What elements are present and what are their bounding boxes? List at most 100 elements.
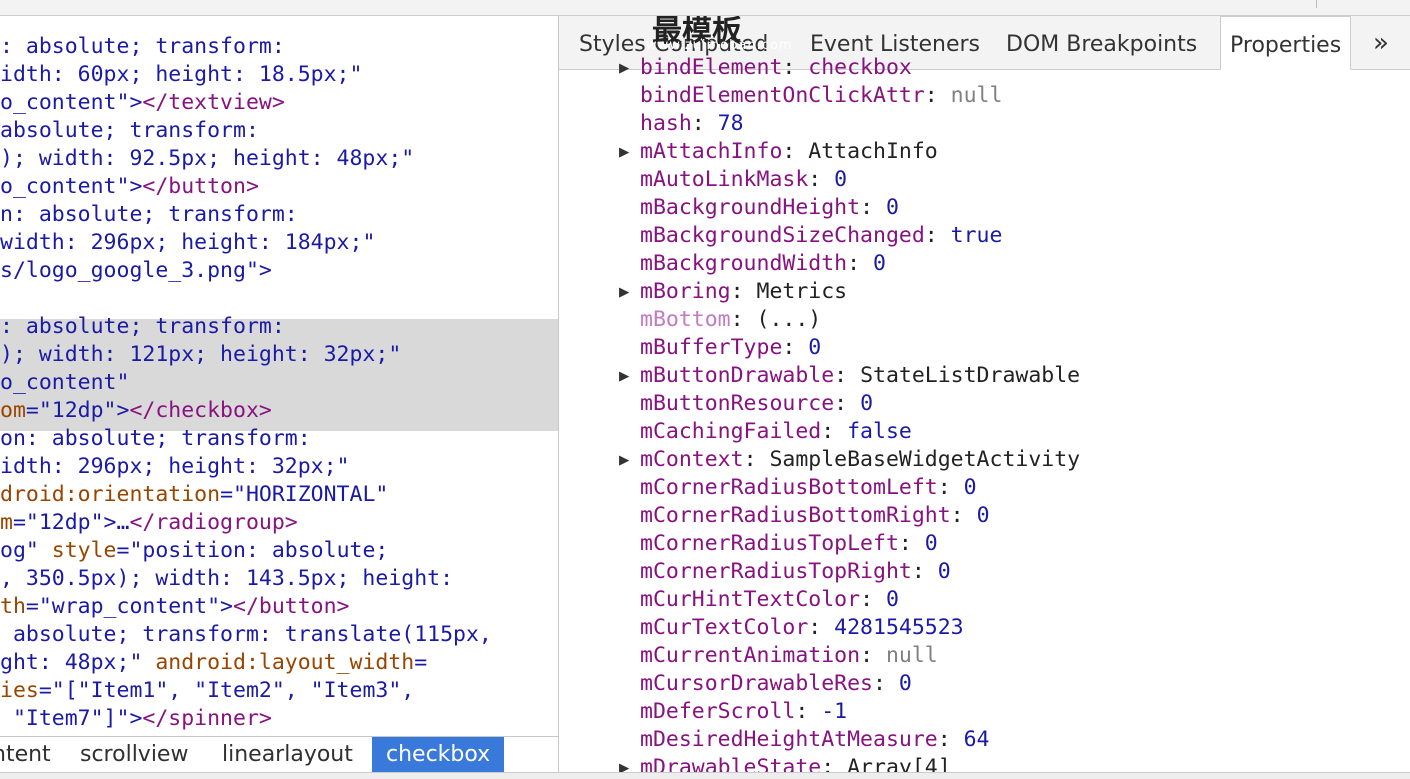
- dom-tree[interactable]: : absolute; transform: idth: 60px; height…: [0, 33, 492, 733]
- property-key: mCornerRadiusTopLeft: [640, 531, 899, 556]
- expand-triangle-icon[interactable]: ▶: [619, 54, 637, 82]
- property-row: bindElementOnClickAttr: null: [559, 82, 1410, 110]
- property-value: 0: [963, 475, 977, 500]
- dom-tree-line[interactable]: og" style="position: absolute;: [0, 537, 492, 565]
- dom-token: m: [0, 510, 13, 535]
- property-name: mCornerRadiusTopRight: 0: [640, 558, 951, 586]
- expand-triangle-icon[interactable]: ▶: [619, 362, 637, 390]
- dom-tree-line[interactable]: idth: 60px; height: 18.5px;": [0, 61, 492, 89]
- dom-tree-line[interactable]: ); width: 92.5px; height: 48px;": [0, 145, 492, 173]
- dom-tree-line[interactable]: idth: 296px; height: 32px;": [0, 453, 492, 481]
- dom-token: ="12dp">…: [12, 510, 130, 535]
- dom-tree-line[interactable]: ies="["Item1", "Item2", "Item3",: [0, 677, 492, 705]
- dom-token: th: [0, 594, 26, 619]
- dom-tree-line[interactable]: m="12dp">…</radiogroup>: [0, 509, 492, 537]
- dom-token: ">: [116, 174, 143, 199]
- dom-token: : absolute; transform:: [0, 34, 285, 59]
- property-name: mAutoLinkMask: 0: [640, 166, 847, 194]
- dom-tree-line[interactable]: on: absolute; transform:: [0, 425, 492, 453]
- property-row: mCornerRadiusTopRight: 0: [559, 558, 1410, 586]
- property-name: mContext: SampleBaseWidgetActivity: [640, 446, 1080, 474]
- property-colon: :: [834, 391, 861, 416]
- property-row: mCornerRadiusBottomLeft: 0: [559, 474, 1410, 502]
- property-value: true: [950, 223, 1003, 248]
- property-name: mBottom: (...): [640, 306, 821, 334]
- dom-token: , 350.5px); width: 143.5px; height:: [0, 566, 454, 591]
- property-row[interactable]: ▶ mBoring: Metrics: [559, 278, 1410, 306]
- dom-tree-line[interactable]: s/logo_google_3.png">: [0, 257, 492, 285]
- property-value: 0: [860, 391, 874, 416]
- property-colon: :: [821, 419, 848, 444]
- property-row: mCurrentAnimation: null: [559, 642, 1410, 670]
- dom-tree-line[interactable]: ); width: 121px; height: 32px;": [0, 341, 492, 369]
- property-key: hash: [640, 111, 692, 136]
- property-key: mBottom: [640, 307, 731, 332]
- dom-tree-line[interactable]: absolute; transform:: [0, 117, 492, 145]
- breadcrumb-item-scrollview[interactable]: scrollview: [80, 737, 188, 773]
- dom-tree-line[interactable]: ght: 48px;" android:layout_width=: [0, 649, 492, 677]
- dom-tree-line[interactable]: o_content"></button>: [0, 173, 492, 201]
- dom-tree-line[interactable]: om="12dp"></checkbox>: [0, 397, 492, 425]
- dom-token: ": [116, 370, 130, 395]
- property-row[interactable]: ▶ mDrawableState: Array[4]: [559, 754, 1410, 772]
- dom-token: droid:orientation: [0, 482, 221, 507]
- property-name: mButtonResource: 0: [640, 390, 873, 418]
- dom-tree-line[interactable]: droid:orientation="HORIZONTAL": [0, 481, 492, 509]
- dom-tree-line[interactable]: "Item7"]"></spinner>: [0, 705, 492, 733]
- expand-triangle-icon[interactable]: ▶: [619, 754, 637, 772]
- property-row[interactable]: ▶ mButtonDrawable: StateListDrawable: [559, 362, 1410, 390]
- dom-tree-line[interactable]: : absolute; transform:: [0, 313, 492, 341]
- expand-triangle-icon[interactable]: ▶: [619, 138, 637, 166]
- breadcrumb-item[interactable]: ntent: [0, 737, 51, 773]
- dom-token: absolute; transform: translate(115px,: [0, 622, 492, 647]
- dom-token: absolute; transform:: [0, 118, 259, 143]
- property-row: mBackgroundSizeChanged: true: [559, 222, 1410, 250]
- property-key: mBackgroundHeight: [640, 195, 861, 220]
- property-name: mBoring: Metrics: [640, 278, 847, 306]
- expand-triangle-icon[interactable]: ▶: [619, 446, 637, 474]
- dom-tree-line[interactable]: th="wrap_content"></button>: [0, 593, 492, 621]
- property-name: mCursorDrawableRes: 0: [640, 670, 912, 698]
- dom-token: ": [362, 230, 376, 255]
- property-value: 0: [834, 167, 848, 192]
- dom-tree-line[interactable]: : absolute; transform:: [0, 33, 492, 61]
- dom-tree-line[interactable]: o_content": [0, 369, 492, 397]
- property-name: mDeferScroll: -1: [640, 698, 847, 726]
- breadcrumb-item-checkbox[interactable]: checkbox: [372, 737, 505, 773]
- property-colon: :: [937, 475, 964, 500]
- property-value: 0: [976, 503, 990, 528]
- property-value: 0: [885, 195, 899, 220]
- dom-tree-line[interactable]: [0, 285, 492, 313]
- property-value: false: [847, 419, 912, 444]
- dom-tree-line[interactable]: , 350.5px); width: 143.5px; height:: [0, 565, 492, 593]
- property-name: mDrawableState: Array[4]: [640, 754, 951, 772]
- dom-token: on: absolute; transform:: [0, 426, 311, 451]
- dom-token: om: [0, 398, 26, 423]
- elements-pane[interactable]: : absolute; transform: idth: 60px; height…: [0, 16, 558, 736]
- property-value: (...): [756, 307, 822, 332]
- property-row: mBackgroundWidth: 0: [559, 250, 1410, 278]
- dom-tree-line[interactable]: n: absolute; transform:: [0, 201, 492, 229]
- property-row: mCursorDrawableRes: 0: [559, 670, 1410, 698]
- property-key: mCachingFailed: [640, 419, 822, 444]
- watermark-url: www.zuimoban.com: [646, 38, 793, 53]
- property-row[interactable]: ▶ bindElement: checkbox: [559, 54, 1410, 82]
- dom-tree-line[interactable]: absolute; transform: translate(115px,: [0, 621, 492, 649]
- property-value: Metrics: [756, 279, 848, 304]
- property-row[interactable]: ▶ mContext: SampleBaseWidgetActivity: [559, 446, 1410, 474]
- property-name: mButtonDrawable: StateListDrawable: [640, 362, 1080, 390]
- property-row[interactable]: ▶ mAttachInfo: AttachInfo: [559, 138, 1410, 166]
- breadcrumb-item-linearlayout[interactable]: linearlayout: [222, 737, 353, 773]
- toolbar-separator: [1316, 0, 1317, 8]
- property-colon: :: [873, 671, 899, 696]
- dom-tree-line[interactable]: width: 296px; height: 184px;": [0, 229, 492, 257]
- property-row: mAutoLinkMask: 0: [559, 166, 1410, 194]
- expand-triangle-icon[interactable]: ▶: [619, 278, 637, 306]
- property-row: mCornerRadiusBottomRight: 0: [559, 502, 1410, 530]
- dom-token: ": [336, 454, 350, 479]
- property-colon: :: [691, 111, 718, 136]
- property-colon: :: [911, 559, 938, 584]
- property-name: mBufferType: 0: [640, 334, 821, 362]
- property-name: mCornerRadiusTopLeft: 0: [640, 530, 938, 558]
- dom-tree-line[interactable]: o_content"></textview>: [0, 89, 492, 117]
